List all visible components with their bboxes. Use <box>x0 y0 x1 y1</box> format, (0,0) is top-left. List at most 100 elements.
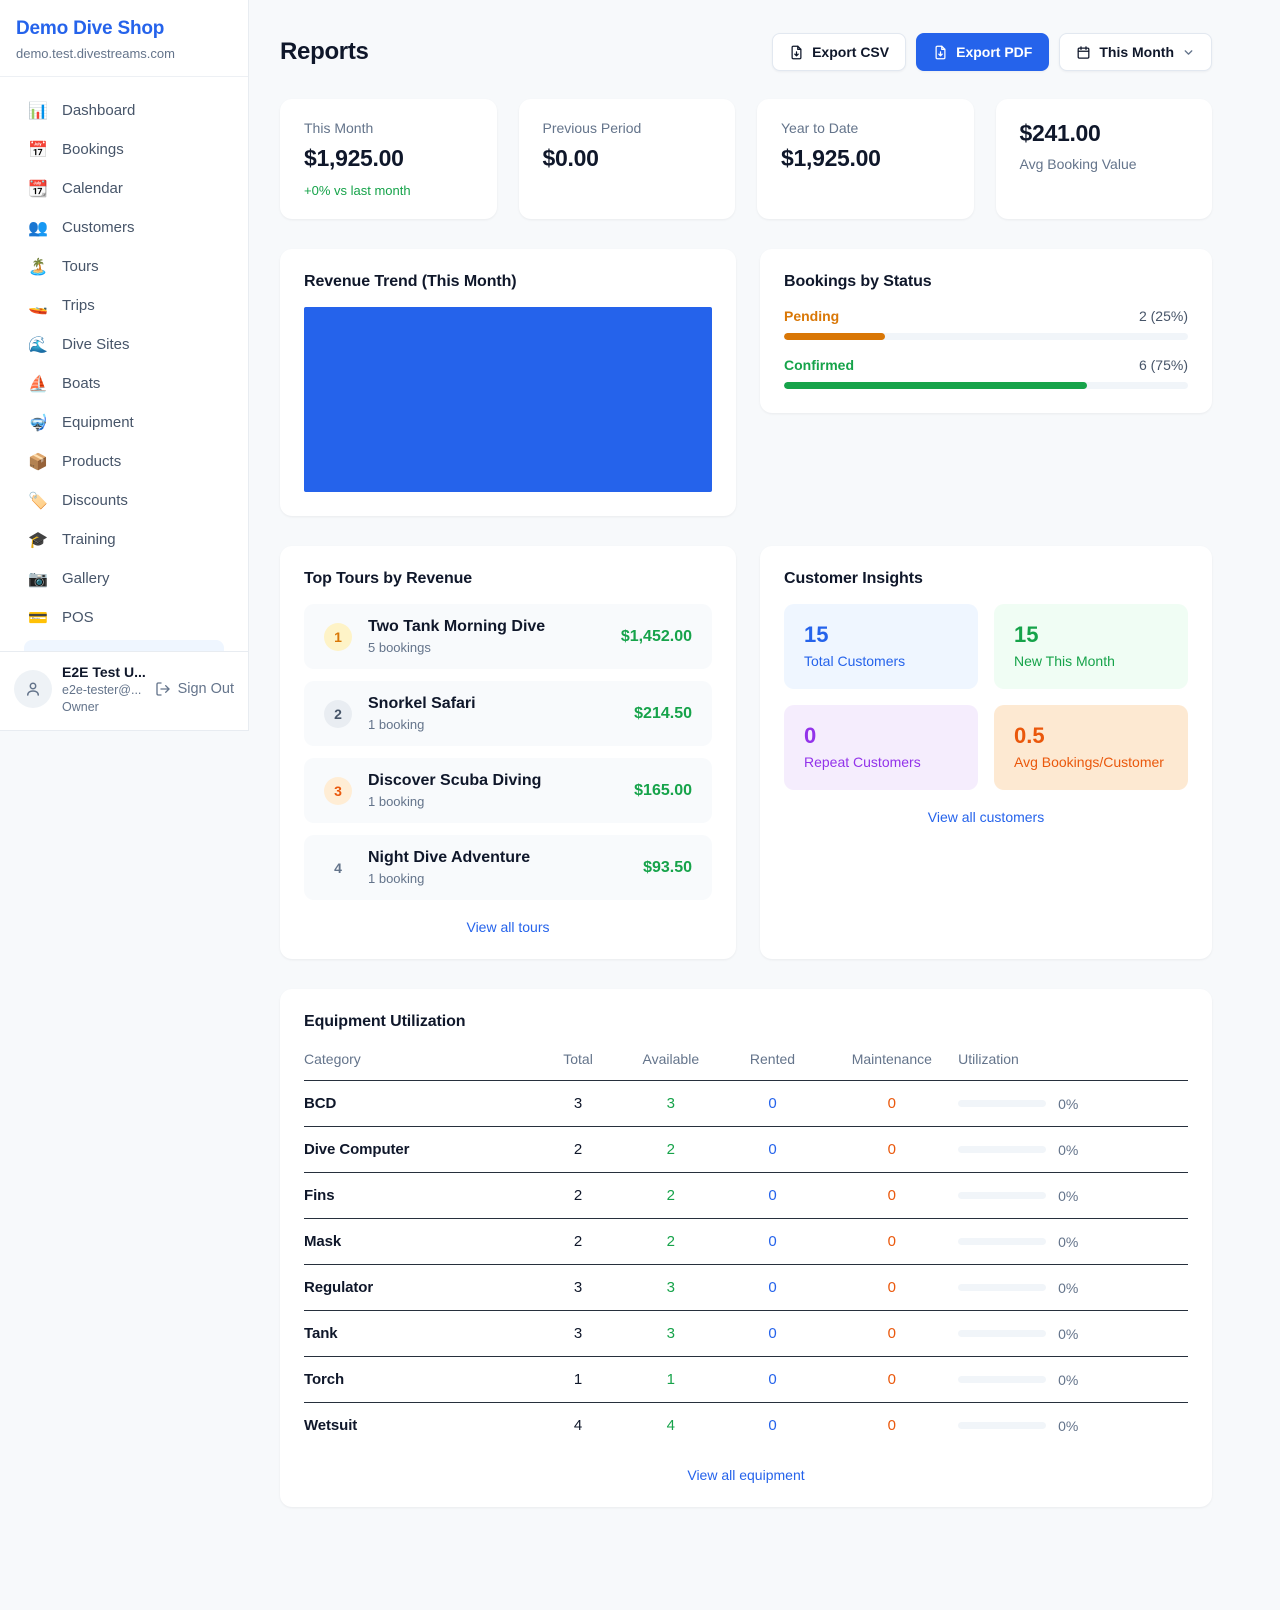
export-pdf-button[interactable]: Export PDF <box>916 33 1049 71</box>
col-utilization: Utilization <box>958 1041 1188 1081</box>
bookings-by-status-card: Bookings by Status Pending 2 (25%) Confi… <box>760 249 1212 413</box>
sidebar-item-gallery[interactable]: 📷Gallery <box>12 559 236 598</box>
tour-name: Two Tank Morning Dive <box>368 618 605 636</box>
equipment-utilization-title: Equipment Utilization <box>304 1013 1188 1031</box>
sidebar-item-dashboard[interactable]: 📊 Dashboard <box>12 91 236 130</box>
stat-value: $241.00 <box>1020 120 1189 147</box>
status-label: Confirmed <box>784 357 854 373</box>
cell-total: 2 <box>534 1127 622 1173</box>
brand-block: Demo Dive Shop demo.test.divestreams.com <box>0 0 248 77</box>
training-icon: 🎓 <box>28 530 48 549</box>
discounts-icon: 🏷️ <box>28 491 48 510</box>
pos-icon: 💳 <box>28 608 48 627</box>
progress-fill <box>784 382 1087 389</box>
tour-row: 3 Discover Scuba Diving1 booking $165.00 <box>304 758 712 823</box>
file-download-icon <box>789 45 804 60</box>
tour-bookings: 1 booking <box>368 794 618 809</box>
sidebar-item-discounts[interactable]: 🏷️ Discounts <box>12 481 236 520</box>
sidebar-item-pos[interactable]: 💳POS <box>12 598 236 637</box>
utilization-bar <box>958 1238 1046 1245</box>
bookings-by-status-title: Bookings by Status <box>784 273 1188 291</box>
sidebar-item-label: Dashboard <box>62 102 135 119</box>
trips-icon: 🚤 <box>28 296 48 315</box>
view-all-tours-link[interactable]: View all tours <box>304 919 712 935</box>
dashboard-icon: 📊 <box>28 101 48 120</box>
sign-out-button[interactable]: Sign Out <box>155 681 234 697</box>
cell-available: 3 <box>622 1081 719 1127</box>
avatar <box>14 670 52 708</box>
cell-maintenance: 0 <box>826 1403 959 1449</box>
gallery-icon: 📷 <box>28 569 48 588</box>
utilization-bar <box>958 1422 1046 1429</box>
utilization-percent: 0% <box>1058 1418 1078 1434</box>
view-all-customers-link[interactable]: View all customers <box>784 809 1188 825</box>
cell-category: Tank <box>304 1311 534 1357</box>
cell-category: BCD <box>304 1081 534 1127</box>
sidebar-item-dive-sites[interactable]: 🌊Dive Sites <box>12 325 236 364</box>
customer-insights-card: Customer Insights 15 Total Customers 15 … <box>760 546 1212 959</box>
rank-badge: 1 <box>324 623 352 651</box>
cell-rented: 0 <box>719 1173 825 1219</box>
col-maintenance: Maintenance <box>826 1041 959 1081</box>
sidebar-item-bookings[interactable]: 📅Bookings <box>12 130 236 169</box>
page-title: Reports <box>280 38 369 66</box>
sidebar-item-label: Calendar <box>62 180 123 197</box>
utilization-bar <box>958 1100 1046 1107</box>
sidebar-item-products[interactable]: 📦Products <box>12 442 236 481</box>
sidebar-item-equipment[interactable]: 🤿Equipment <box>12 403 236 442</box>
utilization-bar <box>958 1146 1046 1153</box>
shop-domain: demo.test.divestreams.com <box>16 46 232 61</box>
customers-icon: 👥 <box>28 218 48 237</box>
cell-total: 2 <box>534 1219 622 1265</box>
sidebar-item-customers[interactable]: 👥Customers <box>12 208 236 247</box>
stat-label: Year to Date <box>781 120 950 136</box>
rank-badge: 4 <box>324 854 352 882</box>
charts-row: Revenue Trend (This Month) Bookings by S… <box>280 249 1212 516</box>
sidebar-item-label: Discounts <box>62 492 128 509</box>
sidebar-item-selected-partial[interactable] <box>24 640 224 651</box>
cell-rented: 0 <box>719 1081 825 1127</box>
bookings-icon: 📅 <box>28 140 48 159</box>
tile-value: 0 <box>804 723 958 749</box>
tour-amount: $93.50 <box>643 859 692 877</box>
sidebar-item-trips[interactable]: 🚤Trips <box>12 286 236 325</box>
utilization-bar <box>958 1330 1046 1337</box>
user-profile: E2E Test U... e2e-tester@... Owner Sign … <box>0 651 248 730</box>
main-content: Reports Export CSV Export PDF This Month… <box>280 0 1212 1507</box>
period-dropdown[interactable]: This Month <box>1059 33 1212 71</box>
view-all-equipment-link[interactable]: View all equipment <box>304 1467 1188 1483</box>
col-rented: Rented <box>719 1041 825 1081</box>
tile-label: Total Customers <box>804 653 958 669</box>
sidebar-item-label: Dive Sites <box>62 336 130 353</box>
cell-total: 2 <box>534 1173 622 1219</box>
utilization-percent: 0% <box>1058 1234 1078 1250</box>
user-role: Owner <box>62 700 145 714</box>
tile-repeat-customers: 0 Repeat Customers <box>784 705 978 790</box>
tour-bookings: 1 booking <box>368 871 627 886</box>
cell-total: 3 <box>534 1081 622 1127</box>
utilization-percent: 0% <box>1058 1142 1078 1158</box>
equipment-table: Category Total Available Rented Maintena… <box>304 1041 1188 1448</box>
stat-label: This Month <box>304 120 473 136</box>
sidebar-item-tours[interactable]: 🏝️Tours <box>12 247 236 286</box>
stat-cards: This Month $1,925.00 +0% vs last month P… <box>280 99 1212 219</box>
tour-name: Night Dive Adventure <box>368 849 627 867</box>
status-count: 2 (25%) <box>1139 308 1188 324</box>
tile-value: 15 <box>1014 622 1168 648</box>
sidebar-item-boats[interactable]: ⛵Boats <box>12 364 236 403</box>
utilization-bar <box>958 1376 1046 1383</box>
sidebar-item-training[interactable]: 🎓Training <box>12 520 236 559</box>
stat-value: $1,925.00 <box>304 145 473 172</box>
cell-maintenance: 0 <box>826 1127 959 1173</box>
sidebar-item-calendar[interactable]: 📆Calendar <box>12 169 236 208</box>
cell-rented: 0 <box>719 1311 825 1357</box>
cell-rented: 0 <box>719 1219 825 1265</box>
export-csv-button[interactable]: Export CSV <box>772 33 906 71</box>
user-meta: E2E Test U... e2e-tester@... Owner <box>62 664 145 714</box>
cell-category: Mask <box>304 1219 534 1265</box>
logout-icon <box>155 681 171 697</box>
export-csv-label: Export CSV <box>812 44 889 60</box>
revenue-trend-card: Revenue Trend (This Month) <box>280 249 736 516</box>
col-available: Available <box>622 1041 719 1081</box>
utilization-bar <box>958 1284 1046 1291</box>
